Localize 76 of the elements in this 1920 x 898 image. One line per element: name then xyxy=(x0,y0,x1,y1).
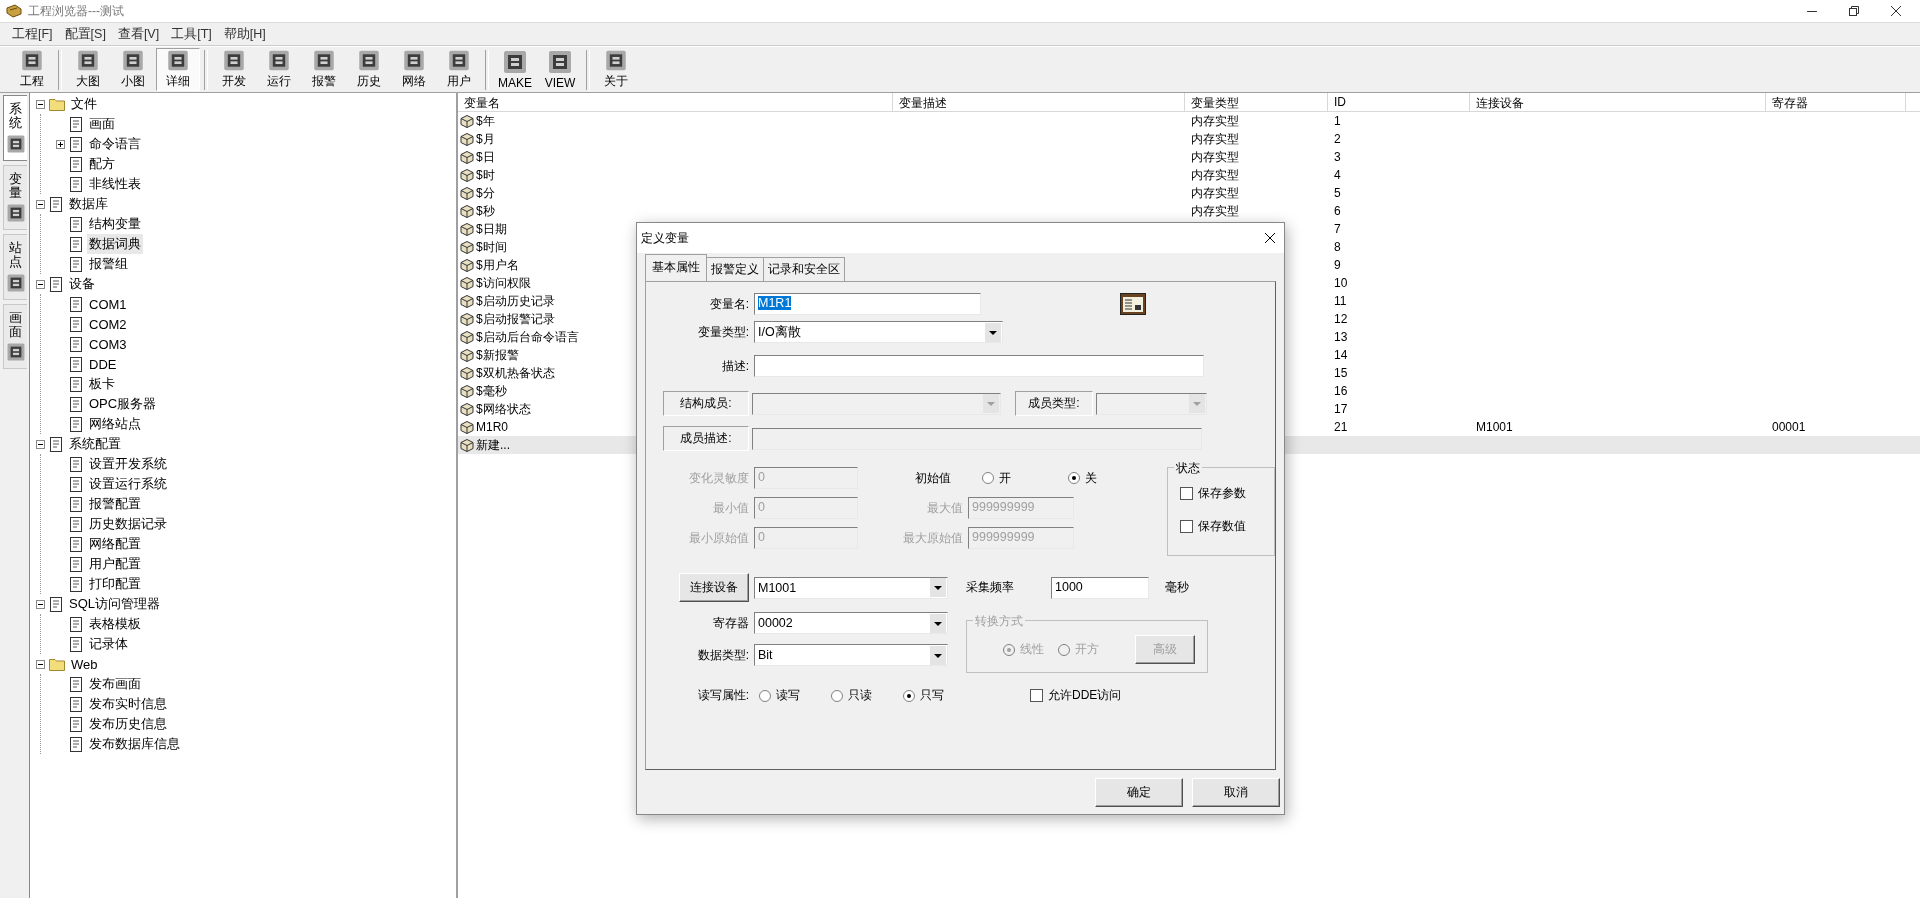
field-label: 结构成员: xyxy=(663,391,749,416)
field-label: 变化灵敏度 xyxy=(688,469,749,487)
table-cell: $双机热备状态 xyxy=(476,364,555,382)
option-label: 保存参数 xyxy=(1198,485,1246,502)
table-cell: 00001 xyxy=(1772,420,1806,434)
option-label: 只写 xyxy=(920,687,944,704)
field-label: 最大值 xyxy=(926,499,963,517)
table-cell: 9 xyxy=(1334,258,1341,272)
field-label: 成员类型: xyxy=(1015,391,1093,416)
group-title: 转换方式 xyxy=(973,613,1025,630)
field-label: 描述: xyxy=(720,357,749,375)
option-label: 开 xyxy=(999,469,1011,487)
table-cell: $启动后台命令语言 xyxy=(476,328,579,346)
table-cell: $用户名 xyxy=(476,256,519,274)
table-cell: 1 xyxy=(1334,114,1341,128)
table-cell: 16 xyxy=(1334,384,1348,398)
table-cell: $访问权限 xyxy=(476,274,531,292)
field-label: 最小原始值 xyxy=(688,529,749,547)
table-cell: $新报警 xyxy=(476,346,519,364)
table-cell: 内存实型 xyxy=(1191,203,1239,218)
field-label: 读写属性: xyxy=(696,687,749,704)
table-cell: 内存实型 xyxy=(1191,131,1239,146)
dialog-title: 定义变量 xyxy=(641,229,689,247)
table-cell: 10 xyxy=(1334,276,1348,290)
table-cell: 21 xyxy=(1334,420,1348,434)
field-label: 最小值 xyxy=(712,499,749,517)
table-cell: $日期 xyxy=(476,220,507,238)
group-title: 状态 xyxy=(1174,460,1202,477)
option-label: 开方 xyxy=(1075,641,1099,658)
table-cell: $时 xyxy=(476,166,495,184)
unit-label: 毫秒 xyxy=(1165,579,1189,596)
table-cell: $分 xyxy=(476,184,495,202)
table-cell: 11 xyxy=(1334,294,1347,308)
table-cell: 内存实型 xyxy=(1191,167,1239,182)
field-label: 最大原始值 xyxy=(902,529,963,547)
table-cell: 内存实型 xyxy=(1191,113,1239,128)
option-label: 线性 xyxy=(1020,641,1044,658)
field-label: 寄存器 xyxy=(712,614,749,632)
table-cell: 14 xyxy=(1334,348,1348,362)
table-cell: 7 xyxy=(1334,222,1341,236)
table-cell: 5 xyxy=(1334,186,1341,200)
window-title: 工程浏览器---测试 xyxy=(28,2,124,20)
table-cell: $毫秒 xyxy=(476,382,507,400)
table-cell: $月 xyxy=(476,130,495,148)
table-cell: 2 xyxy=(1334,132,1341,146)
table-cell: 内存实型 xyxy=(1191,185,1239,200)
option-label: 只读 xyxy=(848,687,872,704)
table-cell: 13 xyxy=(1334,330,1348,344)
field-label: 变量类型: xyxy=(696,323,749,341)
table-cell: 15 xyxy=(1334,366,1348,380)
table-cell: $时间 xyxy=(476,238,507,256)
table-cell: 新建... xyxy=(476,436,510,454)
table-cell: $年 xyxy=(476,112,495,130)
field-label: 变量名: xyxy=(708,295,749,313)
table-cell: 6 xyxy=(1334,204,1341,218)
table-cell: M1R0 xyxy=(476,420,508,434)
field-label: 数据类型: xyxy=(696,646,749,664)
table-cell: 3 xyxy=(1334,150,1341,164)
option-label: 保存数值 xyxy=(1198,518,1246,535)
table-cell: M1001 xyxy=(1476,420,1513,434)
option-label: 读写 xyxy=(776,687,800,704)
option-label: 关 xyxy=(1085,469,1097,487)
table-cell: $启动历史记录 xyxy=(476,292,555,310)
field-label: 初始值 xyxy=(915,469,952,487)
table-cell: $网络状态 xyxy=(476,400,531,418)
table-cell: 12 xyxy=(1334,312,1348,326)
field-label: 成员描述: xyxy=(663,426,749,451)
option-label: 允许DDE访问 xyxy=(1048,687,1122,704)
table-cell: 内存实型 xyxy=(1191,149,1239,164)
table-cell: $日 xyxy=(476,148,495,166)
table-cell: 8 xyxy=(1334,240,1341,254)
table-cell: $秒 xyxy=(476,202,495,220)
table-cell: 17 xyxy=(1334,402,1348,416)
field-label: 采集频率 xyxy=(966,579,1015,596)
table-cell: $启动报警记录 xyxy=(476,310,555,328)
table-cell: 4 xyxy=(1334,168,1341,182)
